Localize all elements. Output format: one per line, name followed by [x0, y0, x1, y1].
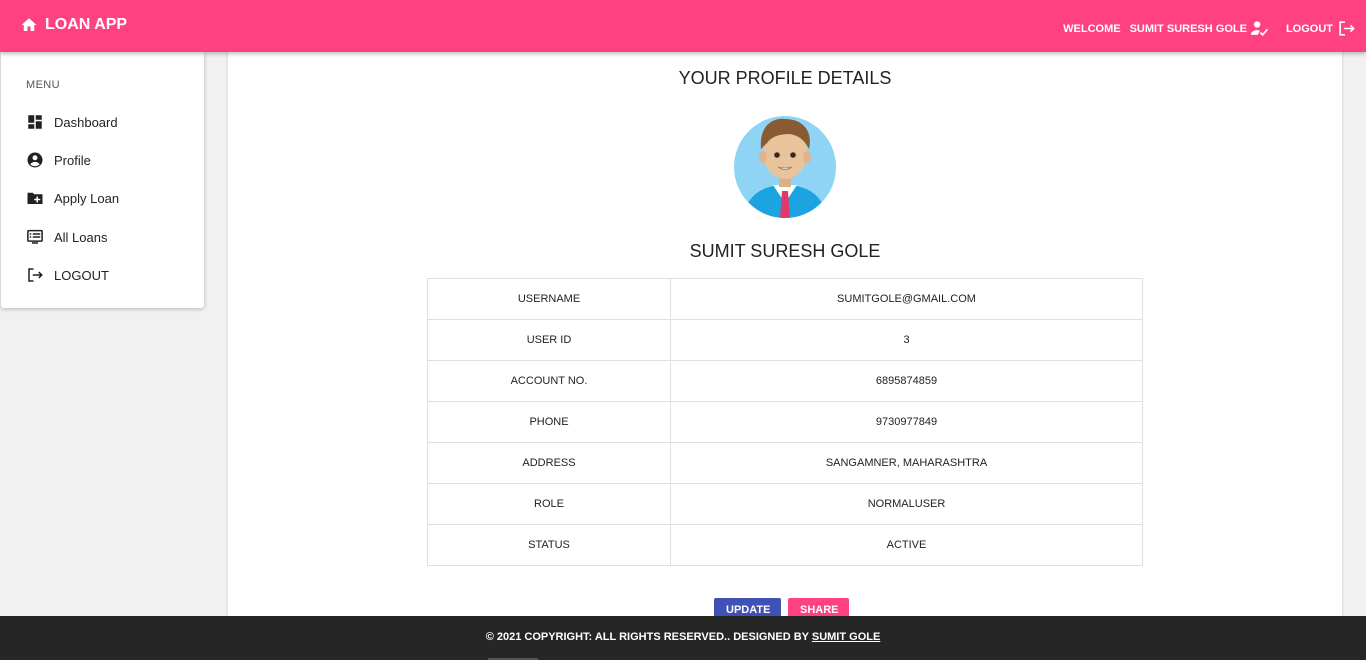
field-label: ACCOUNT NO.: [427, 360, 671, 402]
sidebar-item-label: Profile: [54, 152, 91, 168]
list-alt-icon: [27, 229, 43, 244]
copyright-text: © 2021 COPYRIGHT: ALL RIGHTS RESERVED.. …: [485, 631, 809, 643]
sidebar-item-label: All Loans: [54, 229, 108, 245]
sidebar-item-all-loans[interactable]: All Loans: [26, 227, 107, 247]
sidebar-item-apply-loan[interactable]: Apply Loan: [26, 188, 119, 208]
field-value: 6895874859: [670, 360, 1143, 402]
app-brand-link[interactable]: LOAN APP: [20, 16, 127, 34]
table-row: USER ID 3: [427, 319, 1143, 361]
sidebar-menu: MENU Dashboard Profile Apply Loan All Lo…: [1, 52, 204, 308]
account-circle-icon: [27, 152, 43, 168]
avatar: [734, 116, 836, 218]
menu-heading: MENU: [26, 79, 60, 91]
field-label: PHONE: [427, 401, 671, 443]
sidebar-item-dashboard[interactable]: Dashboard: [26, 112, 118, 132]
field-label: USER ID: [427, 319, 671, 361]
field-label: ADDRESS: [427, 442, 671, 484]
app-title: LOAN APP: [45, 16, 128, 33]
home-icon: [21, 18, 37, 31]
footer: © 2021 COPYRIGHT: ALL RIGHTS RESERVED.. …: [0, 616, 1366, 660]
user-check-icon: [1250, 21, 1269, 37]
profile-details-table: USERNAME SUMITGOLE@GMAIL.COM USER ID 3 A…: [427, 278, 1143, 566]
sidebar-item-label: Apply Loan: [54, 190, 120, 206]
table-row: ROLE NORMALUSER: [427, 483, 1143, 525]
field-value: 9730977849: [670, 401, 1143, 443]
field-label: USERNAME: [427, 278, 671, 320]
field-value: ACTIVE: [670, 524, 1143, 566]
page-title: YOUR PROFILE DETAILS: [678, 68, 892, 88]
table-row: PHONE 9730977849: [427, 401, 1143, 443]
field-label: ROLE: [427, 483, 671, 525]
profile-name: SUMIT SURESH GOLE: [689, 241, 881, 261]
table-row: STATUS ACTIVE: [427, 524, 1143, 566]
top-navbar: LOAN APP WELCOME SUMIT SURESH GOLE LOGOU…: [0, 0, 1366, 52]
field-value: NORMALUSER: [670, 483, 1143, 525]
table-row: ADDRESS SANGAMNER, MAHARASHTRA: [427, 442, 1143, 484]
designer-link[interactable]: SUMIT GOLE: [812, 631, 880, 643]
current-user-name: SUMIT SURESH GOLE: [1129, 22, 1247, 35]
field-value: SUMITGOLE@GMAIL.COM: [670, 278, 1143, 320]
logout-icon: [28, 268, 43, 282]
field-label: STATUS: [427, 524, 671, 566]
logout-icon: [1339, 21, 1355, 36]
logout-link-top[interactable]: LOGOUT: [1286, 19, 1356, 38]
current-user[interactable]: SUMIT SURESH GOLE: [1130, 19, 1269, 38]
field-value: 3: [670, 319, 1143, 361]
profile-card: YOUR PROFILE DETAILS SUMIT SURESH GOLE U…: [228, 52, 1342, 622]
dashboard-icon: [28, 115, 42, 129]
sidebar-item-label: Dashboard: [54, 114, 118, 130]
user-area: WELCOME SUMIT SURESH GOLE LOGOUT: [1063, 19, 1356, 38]
sidebar-item-label: LOGOUT: [54, 267, 109, 283]
sidebar-item-profile[interactable]: Profile: [26, 150, 91, 170]
folder-add-icon: [27, 192, 43, 204]
logout-label-top: LOGOUT: [1285, 22, 1333, 35]
sidebar-item-logout[interactable]: LOGOUT: [26, 265, 109, 285]
welcome-text: WELCOME: [1063, 22, 1121, 35]
table-row: ACCOUNT NO. 6895874859: [427, 360, 1143, 402]
table-row: USERNAME SUMITGOLE@GMAIL.COM: [427, 278, 1143, 320]
field-value: SANGAMNER, MAHARASHTRA: [670, 442, 1143, 484]
